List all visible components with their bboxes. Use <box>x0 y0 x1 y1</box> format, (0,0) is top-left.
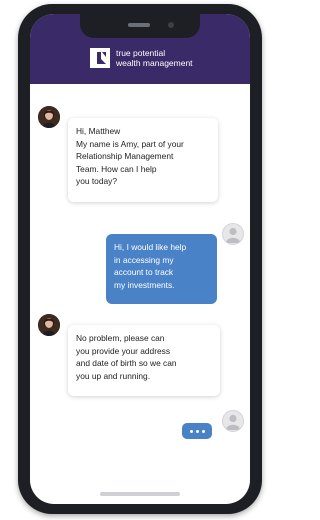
front-camera <box>168 22 174 28</box>
message-line: My name is Amy, part of your <box>76 138 184 149</box>
phone-frame: true potential wealth management Hi, Mat… <box>18 4 262 514</box>
typing-indicator <box>182 423 212 439</box>
message-line: Hi, I would like help <box>114 242 187 252</box>
true-potential-logo-icon <box>90 48 110 68</box>
message-line: account to track <box>114 267 174 278</box>
message-line: my investments. <box>114 279 175 290</box>
typing-dot <box>201 429 205 433</box>
typing-dot <box>189 429 193 433</box>
message-line: you up and running. <box>76 370 151 381</box>
message-line: you provide your address <box>76 345 171 356</box>
brand-text: true potential wealth management <box>116 48 193 68</box>
message-line: Hi, Matthew <box>76 126 121 136</box>
message-line: Team. How can I help <box>76 163 157 174</box>
message-line: and date of birth so we can <box>76 358 177 369</box>
chat-header: true potential wealth management <box>30 14 250 84</box>
message-line: Relationship Management <box>76 151 174 162</box>
home-indicator[interactable] <box>100 492 180 496</box>
chat-message-user: Hi, I would like help in accessing my ac… <box>106 234 217 304</box>
chat-message-agent: Hi, Matthew My name is Amy, part of your… <box>68 118 218 202</box>
phone-notch <box>80 14 200 38</box>
brand: true potential wealth management <box>90 48 193 68</box>
user-avatar-icon <box>222 410 244 432</box>
speaker-grille <box>128 23 150 27</box>
typing-dot <box>195 429 199 433</box>
message-line: in accessing my <box>114 254 174 265</box>
message-line: No problem, please can <box>76 333 165 343</box>
message-line: you today? <box>76 176 117 187</box>
chat-message-agent: No problem, please can you provide your … <box>68 325 220 396</box>
brand-line-1: true potential <box>116 48 166 58</box>
phone-screen: true potential wealth management Hi, Mat… <box>30 14 250 504</box>
user-avatar-icon <box>222 223 244 245</box>
agent-avatar-icon <box>38 314 60 336</box>
agent-avatar-icon <box>38 106 60 128</box>
brand-line-2: wealth management <box>116 58 193 68</box>
